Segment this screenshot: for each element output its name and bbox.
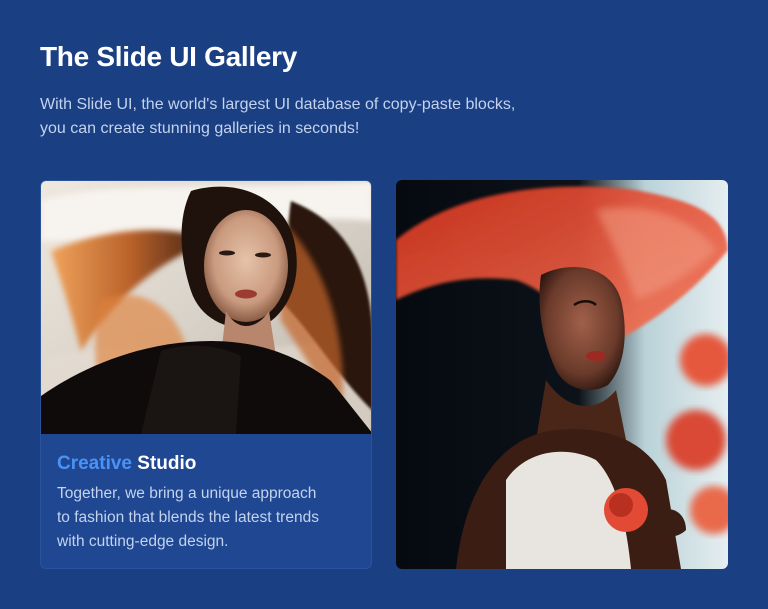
page-title: The Slide UI Gallery: [40, 41, 297, 72]
card-title: Creative Studio: [57, 452, 357, 476]
page-subtitle: With Slide UI, the world's largest UI da…: [40, 93, 600, 141]
card-text-line-2: to fashion that blends the latest trends: [57, 509, 319, 526]
subtitle-line-1: With Slide UI, the world's largest UI da…: [40, 96, 516, 113]
card-title-accent: Creative: [57, 453, 132, 474]
gallery-card-creative-studio[interactable]: Creative Studio Together, we bring a uni…: [40, 180, 372, 569]
gallery-page: The Slide UI Gallery With Slide UI, the …: [0, 0, 768, 609]
portrait-photo-flowing-hair: [41, 181, 371, 434]
subtitle-line-2: you can create stunning galleries in sec…: [40, 120, 360, 137]
card-title-rest: Studio: [137, 453, 197, 474]
card-text-line-3: with cutting-edge design.: [57, 533, 229, 550]
card-description: Together, we bring a unique approach to …: [57, 482, 357, 554]
card-body: Creative Studio Together, we bring a uni…: [41, 434, 371, 568]
card-text-line-1: Together, we bring a unique approach: [57, 485, 317, 502]
portrait-photo-red-hat: [396, 180, 728, 569]
gallery-card-red-hat-portrait[interactable]: [396, 180, 728, 569]
